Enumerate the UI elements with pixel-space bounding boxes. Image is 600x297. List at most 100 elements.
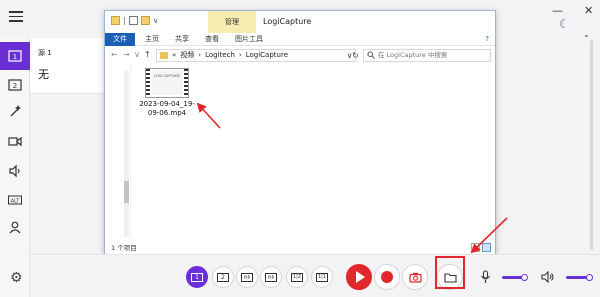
layout-second-button[interactable]: 2	[212, 266, 234, 288]
ribbon: 文件 主页 共享 查看 图片工具 ?	[105, 33, 495, 46]
file-explorer-window: | ∨ 管理 LogiCapture 文件 主页 共享 查看 图片工具 ? ← …	[104, 10, 496, 254]
details-view-icon[interactable]	[471, 243, 480, 252]
chevron-down-icon[interactable]: ∨	[153, 16, 159, 25]
tab-home[interactable]: 主页	[139, 33, 165, 46]
source-value: 无	[38, 68, 49, 81]
annotation-highlight-box	[435, 256, 465, 289]
preview-canvas	[30, 94, 104, 254]
layout-pip-alt-button[interactable]: PIP	[260, 266, 282, 288]
magic-wand-icon	[10, 105, 21, 117]
sidebar-item-source-2[interactable]: 2	[5, 76, 25, 94]
chevron-right-icon: ›	[198, 51, 202, 59]
speaker-button[interactable]	[535, 264, 561, 290]
refresh-icon[interactable]: ↻	[349, 49, 362, 62]
minimize-icon[interactable]: —	[552, 4, 563, 17]
scrollbar-thumb[interactable]	[124, 181, 129, 203]
speaker-volume-knob[interactable]	[586, 274, 593, 281]
source-2-icon: 2	[8, 79, 22, 91]
layout-2-icon: 2	[217, 272, 229, 282]
item-count: 1 个项目	[111, 244, 137, 252]
record-button[interactable]	[374, 264, 400, 290]
address-input[interactable]: « 视频 › Logitech › LogiCapture	[156, 49, 356, 62]
play-button[interactable]	[346, 264, 372, 290]
file-list: LOGI CAPTURE 2023-09-04_19-09-06.mp4	[133, 66, 493, 242]
separator: |	[123, 16, 126, 25]
svg-text:1: 1	[13, 53, 17, 61]
chevron-right-icon: ›	[238, 51, 242, 59]
alt-text-icon: ALT	[8, 195, 22, 205]
breadcrumb-logitech[interactable]: Logitech	[205, 50, 235, 61]
camera-icon	[408, 272, 422, 283]
play-icon	[355, 271, 365, 283]
forward-icon[interactable]: →	[123, 50, 130, 59]
properties-icon[interactable]	[128, 16, 138, 25]
layout-1-icon: 1	[191, 272, 203, 282]
mic-volume-knob[interactable]	[521, 274, 528, 281]
layout-pip-button[interactable]: PIP	[236, 266, 258, 288]
thumbnail-label: LOGI CAPTURE	[151, 71, 183, 95]
screenshot-button[interactable]	[402, 264, 428, 290]
moon-icon[interactable]: ☾	[559, 18, 571, 30]
layout-pip-alt-icon: PIP	[265, 272, 277, 282]
tab-manage[interactable]: 管理	[208, 11, 256, 33]
speaker-icon	[541, 271, 554, 283]
breadcrumb-logicapture[interactable]: LogiCapture	[246, 50, 288, 61]
svg-text:2: 2	[13, 82, 17, 90]
source-name: 源 1	[38, 49, 52, 57]
help-icon[interactable]: ?	[485, 35, 489, 43]
tab-view[interactable]: 查看	[199, 33, 225, 46]
quick-access-toolbar: | ∨	[111, 16, 159, 25]
tab-file[interactable]: 文件	[105, 33, 135, 46]
file-name: 2023-09-04_19-09-06.mp4	[139, 100, 195, 117]
microphone-button[interactable]	[472, 264, 498, 290]
sidebar-item-audio[interactable]	[5, 162, 25, 180]
layout-split-equal-icon: 1|1	[316, 272, 328, 282]
chevron-down-icon[interactable]: ∨	[134, 50, 140, 59]
svg-text:ALT: ALT	[11, 199, 21, 205]
layout-split-icon: 1|2	[291, 272, 303, 282]
sidebar-item-effects[interactable]	[5, 102, 25, 120]
view-buttons	[471, 243, 491, 252]
hamburger-menu-icon[interactable]	[6, 8, 26, 28]
source-panel: 源 1 无	[30, 38, 104, 94]
record-icon	[381, 271, 393, 283]
source-1-icon: 1	[8, 50, 22, 62]
folder-icon[interactable]	[111, 16, 120, 25]
sidebar-item-alt[interactable]: ALT	[5, 191, 25, 209]
video-thumbnail: LOGI CAPTURE	[145, 68, 189, 98]
speaker-icon	[9, 164, 20, 178]
search-input[interactable]: 在 LogiCapture 中搜索	[363, 49, 491, 62]
layout-single-button[interactable]: 1	[186, 266, 208, 288]
bottom-toolbar: 1 2 PIP PIP 1|2 1|1	[30, 254, 600, 297]
tab-picture-tools[interactable]: 图片工具	[229, 33, 269, 46]
sidebar: 1 2 ALT	[0, 38, 30, 297]
window-title: LogiCapture	[263, 17, 312, 26]
sidebar-item-source-1[interactable]: 1	[0, 42, 30, 70]
right-panel	[496, 38, 600, 254]
breadcrumb-videos[interactable]: 视频	[180, 50, 194, 61]
layout-side-by-side-button[interactable]: 1|2	[286, 266, 308, 288]
microphone-icon	[480, 270, 490, 283]
scrollbar[interactable]	[590, 40, 593, 250]
gear-icon[interactable]: ⚙	[10, 270, 23, 286]
file-item[interactable]: LOGI CAPTURE 2023-09-04_19-09-06.mp4	[139, 68, 195, 128]
address-prefix: «	[172, 51, 177, 59]
folder-icon	[160, 52, 168, 59]
large-icons-view-icon[interactable]	[482, 243, 491, 252]
sidebar-item-profile[interactable]	[5, 218, 25, 236]
address-bar-row: ← → ∨ ↑ « 视频 › Logitech › LogiCapture ∨ …	[105, 47, 495, 65]
tab-share[interactable]: 共享	[169, 33, 195, 46]
user-icon	[9, 221, 21, 234]
status-bar: 1 个项目	[105, 242, 495, 254]
back-icon[interactable]: ←	[111, 50, 118, 59]
up-arrow-icon[interactable]: ↑	[144, 50, 151, 59]
layout-split-equal-button[interactable]: 1|1	[311, 266, 333, 288]
video-camera-icon	[8, 136, 22, 147]
nav-pane-scrollbar[interactable]	[124, 71, 129, 237]
search-icon	[367, 51, 375, 59]
film-strip	[184, 69, 188, 97]
close-icon[interactable]: ✕	[584, 4, 593, 17]
expand-icon[interactable]: ⌄	[583, 30, 590, 39]
new-folder-icon[interactable]	[140, 16, 150, 25]
sidebar-item-camera[interactable]	[5, 132, 25, 150]
